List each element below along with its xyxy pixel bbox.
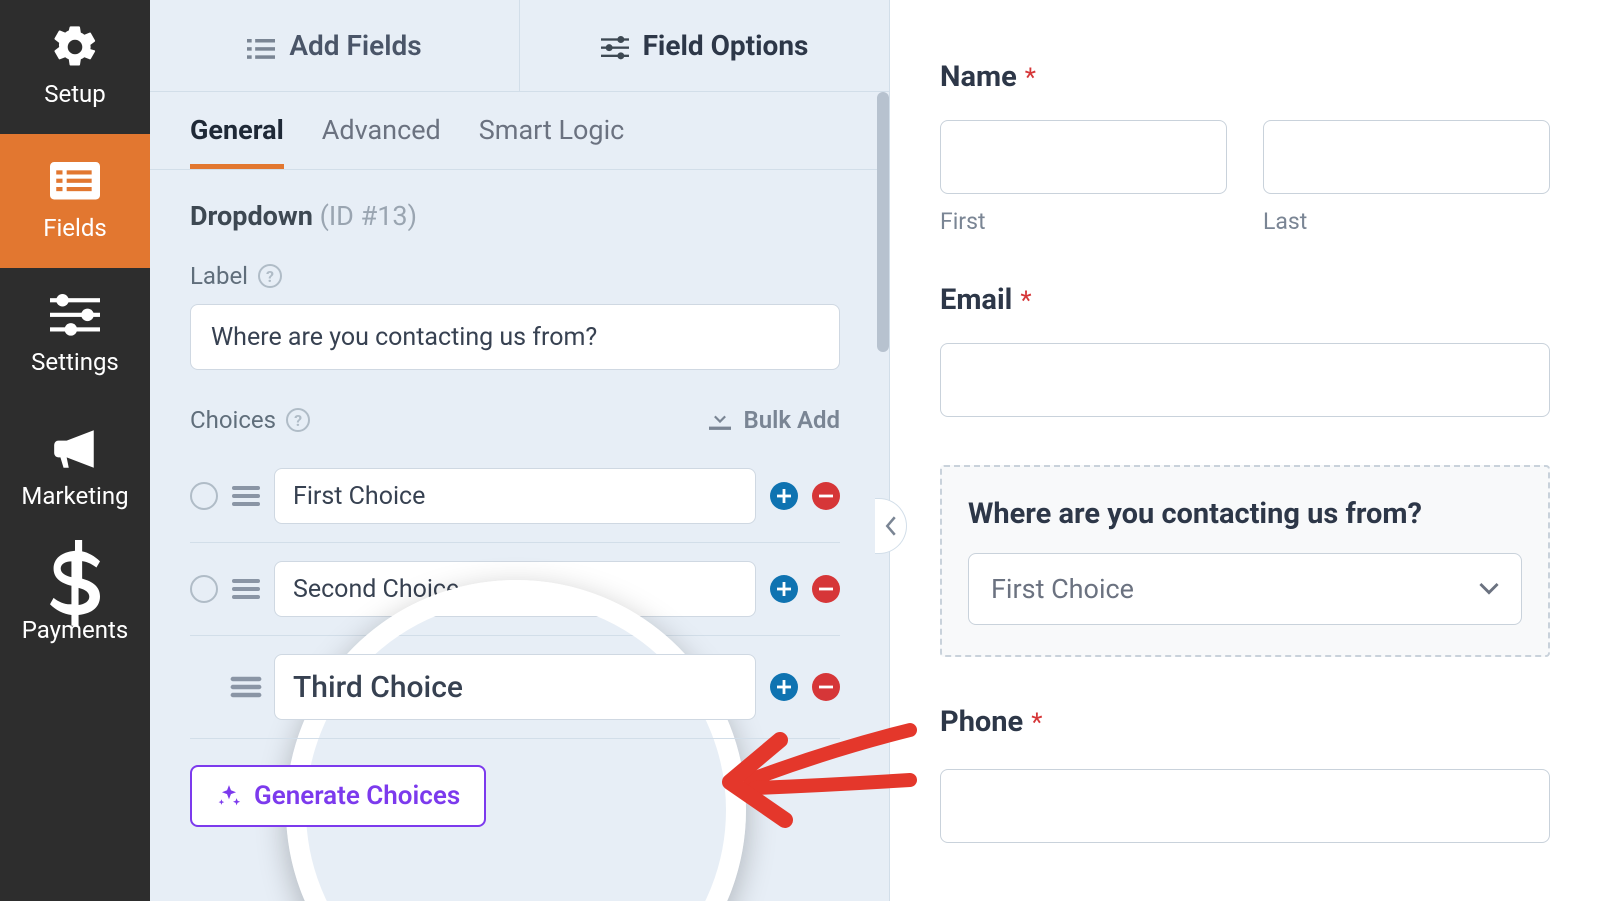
sparkle-icon <box>216 783 242 809</box>
label-input[interactable] <box>190 304 840 370</box>
choices-label: Choices <box>190 406 276 434</box>
add-choice-button[interactable] <box>770 575 798 603</box>
chevron-down-icon <box>1479 582 1499 596</box>
choice-row <box>190 636 840 739</box>
first-name-input[interactable] <box>940 120 1227 194</box>
subtab-general[interactable]: General <box>190 114 284 169</box>
phone-input[interactable] <box>940 769 1550 843</box>
preview-dropdown-field[interactable]: Where are you contacting us from? First … <box>940 465 1550 657</box>
preview-name-field: Name * First Last <box>940 60 1550 235</box>
nav-payments[interactable]: Payments <box>0 536 150 670</box>
last-sublabel: Last <box>1263 208 1550 235</box>
list-icon <box>50 160 100 202</box>
remove-choice-button[interactable] <box>812 673 840 701</box>
drag-handle-icon[interactable] <box>232 579 260 599</box>
subtab-advanced[interactable]: Advanced <box>322 114 441 169</box>
download-icon <box>709 409 731 431</box>
nav-setup-label: Setup <box>44 80 106 108</box>
choice-input[interactable] <box>274 561 756 617</box>
dropdown-select[interactable]: First Choice <box>968 553 1522 625</box>
generate-choices-label: Generate Choices <box>254 781 460 811</box>
form-preview: Name * First Last Email * Where are you co… <box>890 0 1600 901</box>
choice-row <box>190 450 840 543</box>
drag-handle-icon[interactable] <box>232 486 260 506</box>
first-sublabel: First <box>940 208 1227 235</box>
nav-settings[interactable]: Settings <box>0 268 150 402</box>
email-label: Email <box>940 283 1012 317</box>
phone-label: Phone <box>940 705 1023 739</box>
default-radio[interactable] <box>190 482 218 510</box>
field-id: (ID #13) <box>320 200 417 232</box>
list-small-icon <box>247 34 275 58</box>
name-label: Name <box>940 60 1017 94</box>
remove-choice-button[interactable] <box>812 575 840 603</box>
nav-marketing[interactable]: Marketing <box>0 402 150 536</box>
nav-setup[interactable]: Setup <box>0 0 150 134</box>
help-icon[interactable]: ? <box>258 264 282 288</box>
required-star: * <box>1020 286 1031 316</box>
choice-input[interactable] <box>274 468 756 524</box>
tab-add-fields-label: Add Fields <box>289 29 421 62</box>
nav-payments-label: Payments <box>22 616 129 644</box>
nav-marketing-label: Marketing <box>21 482 128 510</box>
panel-top-tabs: Add Fields Field Options <box>150 0 889 92</box>
add-choice-button[interactable] <box>770 673 798 701</box>
drag-handle-icon[interactable] <box>232 677 260 697</box>
choice-row <box>190 543 840 636</box>
dropdown-selected-value: First Choice <box>991 573 1134 605</box>
help-icon[interactable]: ? <box>286 408 310 432</box>
default-radio[interactable] <box>190 575 218 603</box>
required-star: * <box>1031 708 1042 738</box>
nav-fields[interactable]: Fields <box>0 134 150 268</box>
tab-field-options-label: Field Options <box>643 29 809 62</box>
email-input[interactable] <box>940 343 1550 417</box>
generate-choices-button[interactable]: Generate Choices <box>190 765 486 827</box>
sub-tabs: General Advanced Smart Logic <box>150 92 889 170</box>
sliders-icon <box>50 294 100 336</box>
sidebar-nav: Setup Fields Settings Marketing Payments <box>0 0 150 901</box>
bulk-add-button[interactable]: Bulk Add <box>709 406 840 434</box>
panel-scrollbar[interactable] <box>877 92 889 352</box>
field-type-name: Dropdown <box>190 200 313 232</box>
tab-add-fields[interactable]: Add Fields <box>150 0 519 91</box>
nav-fields-label: Fields <box>43 214 107 242</box>
required-star: * <box>1025 63 1036 93</box>
bullhorn-icon <box>50 428 100 470</box>
tab-field-options[interactable]: Field Options <box>519 0 889 91</box>
bulk-add-label: Bulk Add <box>743 406 840 434</box>
preview-email-field: Email * <box>940 283 1550 417</box>
subtab-smart-logic[interactable]: Smart Logic <box>479 114 625 169</box>
field-options-panel: Add Fields Field Options General Advance… <box>150 0 890 901</box>
last-name-input[interactable] <box>1263 120 1550 194</box>
dollar-icon <box>50 562 100 604</box>
label-row: Label ? <box>190 262 849 290</box>
sliders-small-icon <box>601 34 629 58</box>
gear-icon <box>50 26 100 68</box>
nav-settings-label: Settings <box>31 348 119 376</box>
label-label: Label <box>190 262 248 290</box>
field-heading: Dropdown (ID #13) <box>190 200 849 232</box>
add-choice-button[interactable] <box>770 482 798 510</box>
preview-phone-field: Phone * <box>940 705 1550 843</box>
dropdown-label: Where are you contacting us from? <box>968 497 1422 531</box>
choice-input[interactable] <box>274 654 756 720</box>
remove-choice-button[interactable] <box>812 482 840 510</box>
